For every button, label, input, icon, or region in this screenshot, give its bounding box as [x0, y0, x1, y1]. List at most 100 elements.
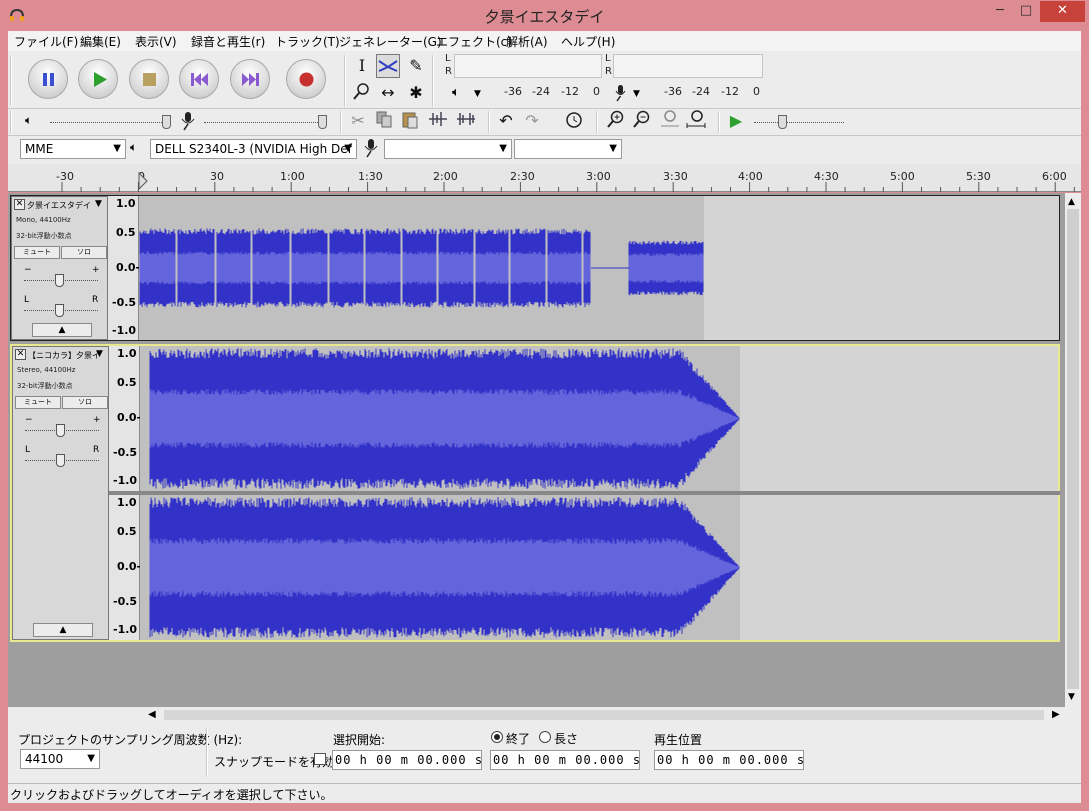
horizontal-scrollbar[interactable]: ◀ ▶	[8, 707, 1081, 723]
undo-icon[interactable]: ↶	[494, 109, 518, 133]
chevron-down-icon[interactable]: ▼	[633, 89, 640, 99]
skip-to-end-button[interactable]	[230, 59, 270, 99]
scroll-down-icon[interactable]: ▼	[1068, 692, 1075, 702]
end-radio[interactable]	[491, 731, 503, 743]
audio-host-select[interactable]: MME ▼	[20, 139, 126, 159]
slider-thumb[interactable]	[55, 304, 64, 317]
menu-tracks[interactable]: トラック(T)	[275, 33, 340, 50]
zoom-tool-icon[interactable]	[350, 81, 374, 105]
redo-icon[interactable]: ↷	[520, 109, 544, 133]
scroll-thumb[interactable]	[164, 710, 1044, 720]
maximize-button[interactable]: □	[1012, 1, 1040, 22]
minimize-button[interactable]: ─	[986, 1, 1014, 22]
record-meter[interactable]	[454, 54, 602, 78]
toolbar-grip[interactable]	[206, 727, 208, 777]
menu-transport[interactable]: 録音と再生(r)	[191, 33, 265, 50]
mute-button[interactable]: ミュート	[14, 246, 60, 259]
track-2-left-waveform[interactable]	[140, 346, 1058, 491]
selection-end-time[interactable]: 00 h 00 m 00.000 s	[490, 750, 640, 770]
skip-to-start-button[interactable]	[179, 59, 219, 99]
slider-thumb[interactable]	[56, 454, 65, 467]
vertical-scrollbar[interactable]: ▲ ▼	[1065, 193, 1081, 707]
close-track-button[interactable]: ✕	[15, 349, 26, 360]
slider-thumb[interactable]	[318, 115, 327, 129]
track-1-waveform[interactable]	[139, 196, 1059, 340]
menu-analyze[interactable]: 解析(A)	[506, 33, 548, 50]
solo-button[interactable]: ソロ	[62, 396, 108, 409]
input-device-select[interactable]: ▼	[384, 139, 512, 159]
close-button[interactable]: ✕	[1040, 1, 1085, 22]
toolbar-grip[interactable]	[718, 111, 720, 133]
solo-button[interactable]: ソロ	[61, 246, 107, 259]
zoom-in-icon[interactable]	[604, 109, 628, 133]
menu-edit[interactable]: 編集(E)	[80, 33, 121, 50]
chevron-down-icon[interactable]: ▼	[474, 89, 481, 99]
silence-audio-icon[interactable]	[454, 109, 478, 133]
slider-thumb[interactable]	[55, 274, 64, 287]
envelope-tool-icon[interactable]	[376, 54, 400, 78]
collapse-track-button[interactable]: ▲	[33, 623, 93, 637]
menu-file[interactable]: ファイル(F)	[14, 33, 78, 50]
sync-lock-icon[interactable]	[562, 109, 586, 133]
toolbar-grip[interactable]	[10, 55, 12, 105]
toolbar-grip[interactable]	[596, 111, 598, 133]
playback-meter[interactable]	[613, 54, 763, 78]
close-track-button[interactable]: ✕	[14, 199, 25, 210]
audio-position-time[interactable]: 00 h 00 m 00.000 s	[654, 750, 804, 770]
timeline-ruler[interactable]: -30 0 30 1:00 1:30 2:00 2:30 3:00 3:30 4…	[8, 164, 1081, 192]
track-control-panel[interactable]: ✕ 夕景イエスタデイ ▼ Mono, 44100Hz 32-bit浮動小数点 ミ…	[11, 196, 108, 340]
toolbar-grip[interactable]	[10, 111, 12, 133]
track-name-menu[interactable]: 夕景イエスタデイ	[27, 199, 105, 212]
length-radio[interactable]	[539, 731, 551, 743]
scroll-thumb[interactable]	[1067, 209, 1079, 689]
selection-tool-icon[interactable]: I	[350, 54, 374, 78]
scroll-left-icon[interactable]: ◀	[148, 709, 156, 720]
copy-icon[interactable]	[372, 109, 396, 133]
toolbar-grip[interactable]	[344, 55, 346, 107]
fit-project-icon[interactable]	[684, 109, 708, 133]
menu-generate[interactable]: ジェネレーター(G)	[339, 33, 442, 50]
play-at-speed-icon[interactable]: ▶	[724, 109, 748, 133]
project-rate-select[interactable]: 44100 ▼	[20, 749, 100, 769]
play-button[interactable]	[78, 59, 118, 99]
fit-selection-icon[interactable]	[658, 109, 682, 133]
scroll-up-icon[interactable]: ▲	[1068, 197, 1075, 207]
track-2-right-waveform[interactable]	[140, 495, 1058, 640]
trim-audio-icon[interactable]	[426, 109, 450, 133]
menu-view[interactable]: 表示(V)	[135, 33, 177, 50]
track-name-menu[interactable]: 【ニコカラ】夕景イ	[28, 349, 106, 362]
draw-tool-icon[interactable]: ✎	[404, 54, 428, 78]
track-control-panel[interactable]: ✕ 【ニコカラ】夕景イ ▼ Stereo, 44100Hz 32-bit浮動小数…	[12, 346, 109, 640]
multi-tool-icon[interactable]: ✱	[404, 81, 428, 105]
slider-thumb[interactable]	[162, 115, 171, 129]
zoom-out-icon[interactable]	[630, 109, 654, 133]
record-volume-slider[interactable]	[204, 122, 324, 123]
slider-thumb[interactable]	[778, 115, 787, 129]
toolbar-grip[interactable]	[340, 111, 342, 133]
scroll-right-icon[interactable]: ▶	[1052, 709, 1060, 720]
time-shift-tool-icon[interactable]: ↔	[376, 81, 400, 105]
track-1[interactable]: ✕ 夕景イエスタデイ ▼ Mono, 44100Hz 32-bit浮動小数点 ミ…	[10, 195, 1060, 341]
mute-button[interactable]: ミュート	[15, 396, 61, 409]
stop-button[interactable]	[129, 59, 169, 99]
chevron-down-icon[interactable]: ▼	[95, 199, 102, 209]
play-head-marker[interactable]	[138, 172, 148, 190]
record-button[interactable]	[286, 59, 326, 99]
snap-mode-checkbox[interactable]	[314, 753, 326, 765]
menu-help[interactable]: ヘルプ(H)	[561, 33, 615, 50]
play-speed-slider[interactable]	[754, 122, 844, 123]
input-channels-select[interactable]: ▼	[514, 139, 622, 159]
toolbar-grip[interactable]	[488, 111, 490, 133]
toolbar-grip[interactable]	[432, 55, 434, 107]
playback-volume-slider[interactable]	[50, 122, 170, 123]
chevron-down-icon[interactable]: ▼	[96, 349, 103, 359]
selection-start-time[interactable]: 00 h 00 m 00.000 s	[332, 750, 482, 770]
slider-thumb[interactable]	[56, 424, 65, 437]
output-device-select[interactable]: DELL S2340L-3 (NVIDIA High Def ▼	[150, 139, 357, 159]
cut-icon[interactable]: ✂	[346, 109, 370, 133]
paste-icon[interactable]	[398, 109, 422, 133]
collapse-track-button[interactable]: ▲	[32, 323, 92, 337]
track-2[interactable]: ✕ 【ニコカラ】夕景イ ▼ Stereo, 44100Hz 32-bit浮動小数…	[10, 344, 1060, 642]
pause-button[interactable]	[28, 59, 68, 99]
menu-effect[interactable]: エフェクト(c)	[436, 33, 512, 50]
